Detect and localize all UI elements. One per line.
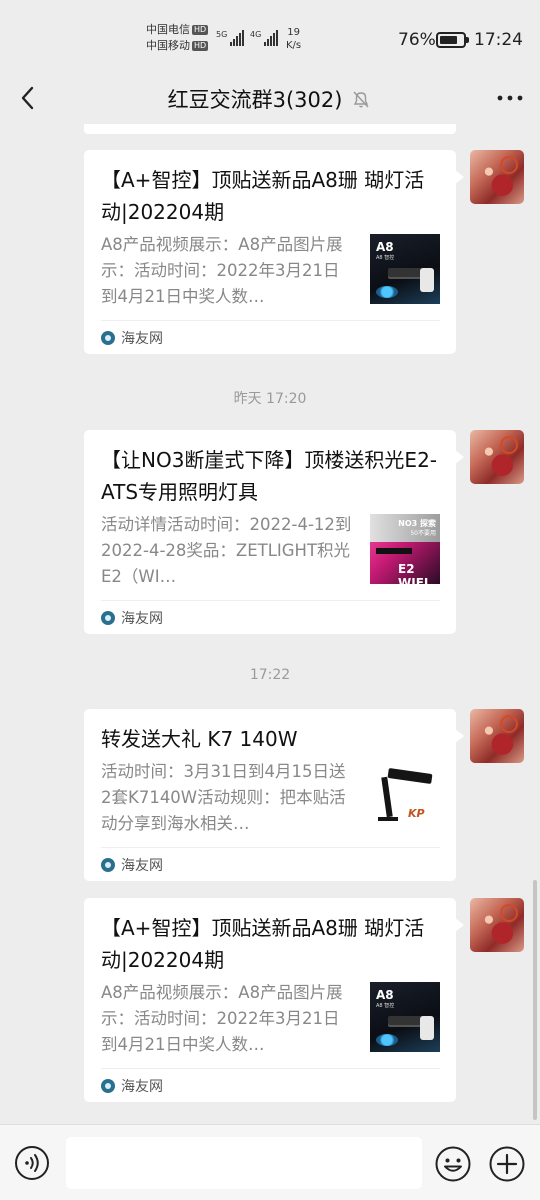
link-card-source: 海友网 [101,847,440,881]
message-link-card[interactable]: 【A+智控】顶贴送新品A8珊 瑚灯活动|202204期 A8产品视频展示：A8产… [84,898,464,1102]
signal-5g-label: 5G [216,30,228,39]
battery-percent: 76% [398,30,436,50]
link-card-bubble[interactable]: 【A+智控】顶贴送新品A8珊 瑚灯活动|202204期 A8产品视频展示：A8产… [84,150,464,354]
message-input[interactable] [66,1137,422,1189]
message-link-card[interactable]: 【A+智控】顶贴送新品A8珊 瑚灯活动|202204期 A8产品视频展示：A8产… [84,150,464,354]
link-card-source-name: 海友网 [121,330,163,347]
source-logo-icon [101,610,115,625]
thumbnail-subheading: 50不要用 [410,530,436,537]
link-card-thumbnail: NO3 探索 50不要用 E2 WIFI [370,514,440,584]
link-card-thumbnail: A8 A8 智控 [370,982,440,1052]
link-card-bubble[interactable]: 转发送大礼 K7 140W 活动时间：3月31日到4月15日送2套K7140W活… [84,709,464,881]
link-card-bubble[interactable]: 【A+智控】顶贴送新品A8珊 瑚灯活动|202204期 A8产品视频展示：A8产… [84,898,464,1102]
previous-message-bubble[interactable] [84,124,456,134]
emoji-button[interactable] [434,1145,472,1183]
link-card-description: A8产品视频展示：A8产品图片展示：活动时间：2022年3月21日到4月21日中… [101,983,343,1054]
chat-title-area: 红豆交流群3(302) [0,84,540,114]
link-card-source: 海友网 [101,320,440,354]
link-card-thumbnail: KP [370,761,440,831]
link-card-description: 活动时间：3月31日到4月15日送2套K7140W活动规则：把本贴活动分享到海水… [101,762,346,833]
input-bar [0,1124,540,1200]
source-logo-icon [101,330,115,345]
thumbnail-logo: KP [408,807,425,820]
link-card-description: A8产品视频展示：A8产品图片展示：活动时间：2022年3月21日到4月21日中… [101,235,343,306]
link-card-title: 【让NO3断崖式下降】顶楼送积光E2-ATS专用照明灯具 [101,448,438,504]
link-card-title: 转发送大礼 K7 140W [101,727,298,751]
more-features-button[interactable] [488,1145,526,1183]
thumbnail-heading: A8 [376,988,394,1002]
avatar[interactable] [470,430,524,484]
avatar[interactable] [470,709,524,763]
thumbnail-caption: A8 智控 [376,255,395,261]
carrier-1: 中国电信 [146,23,190,36]
link-card-source: 海友网 [101,1068,440,1102]
signal-5g-icon: 5G [216,30,245,46]
thumbnail-label: E2 WIFI [398,562,429,584]
voice-icon [15,1146,49,1180]
source-logo-icon [101,1078,115,1093]
link-card-thumbnail: A8 A8 智控 [370,234,440,304]
more-button[interactable] [494,84,526,112]
net-speed: 19 K/s [286,26,301,52]
link-card-description: 活动详情活动时间：2022-4-12到2022-4-28奖品：ZETLIGHT积… [101,515,352,586]
thumbnail-caption: A8 智控 [376,1003,395,1009]
link-card-source: 海友网 [101,600,440,634]
scrollbar[interactable] [533,880,537,1120]
hd-badge: HD [192,25,209,35]
avatar[interactable] [470,150,524,204]
bell-off-icon [353,91,369,108]
link-card-title: 【A+智控】顶贴送新品A8珊 瑚灯活动|202204期 [101,916,425,972]
hd-badge: HD [192,41,209,51]
emoji-icon [435,1146,471,1182]
link-card-source-name: 海友网 [121,857,163,874]
net-speed-unit: K/s [286,40,302,51]
message-list[interactable]: 【A+智控】顶贴送新品A8珊 瑚灯活动|202204期 A8产品视频展示：A8产… [0,124,540,1124]
chat-header: 红豆交流群3(302) [0,72,540,124]
link-card-title: 【A+智控】顶贴送新品A8珊 瑚灯活动|202204期 [101,168,425,224]
status-time: 17:24 [474,30,523,50]
carrier-2: 中国移动 [146,39,190,52]
plus-circle-icon [489,1146,525,1182]
thumbnail-heading: A8 [376,240,394,254]
message-link-card[interactable]: 转发送大礼 K7 140W 活动时间：3月31日到4月15日送2套K7140W活… [84,709,464,881]
signal-4g-label: 4G [250,30,262,39]
link-card-bubble[interactable]: 【让NO3断崖式下降】顶楼送积光E2-ATS专用照明灯具 活动详情活动时间：20… [84,430,464,634]
link-card-source-name: 海友网 [121,610,163,627]
chat-title: 红豆交流群3(302) [167,88,343,112]
link-card-source-name: 海友网 [121,1078,163,1095]
time-divider: 17:22 [249,667,291,683]
status-bar: 中国电信 HD 中国移动 HD 5G 4G 19 K/s 76% 17:24 [0,0,540,72]
source-logo-icon [101,857,115,872]
net-speed-value: 19 [287,27,300,38]
battery-icon [436,32,469,48]
message-link-card[interactable]: 【让NO3断崖式下降】顶楼送积光E2-ATS专用照明灯具 活动详情活动时间：20… [84,430,464,634]
time-divider: 昨天 17:20 [233,391,307,407]
carrier-info: 中国电信 HD 中国移动 HD [146,22,209,54]
more-dots-icon [497,95,523,101]
voice-button[interactable] [14,1145,50,1181]
signal-4g-icon: 4G [250,30,279,46]
avatar[interactable] [470,898,524,952]
